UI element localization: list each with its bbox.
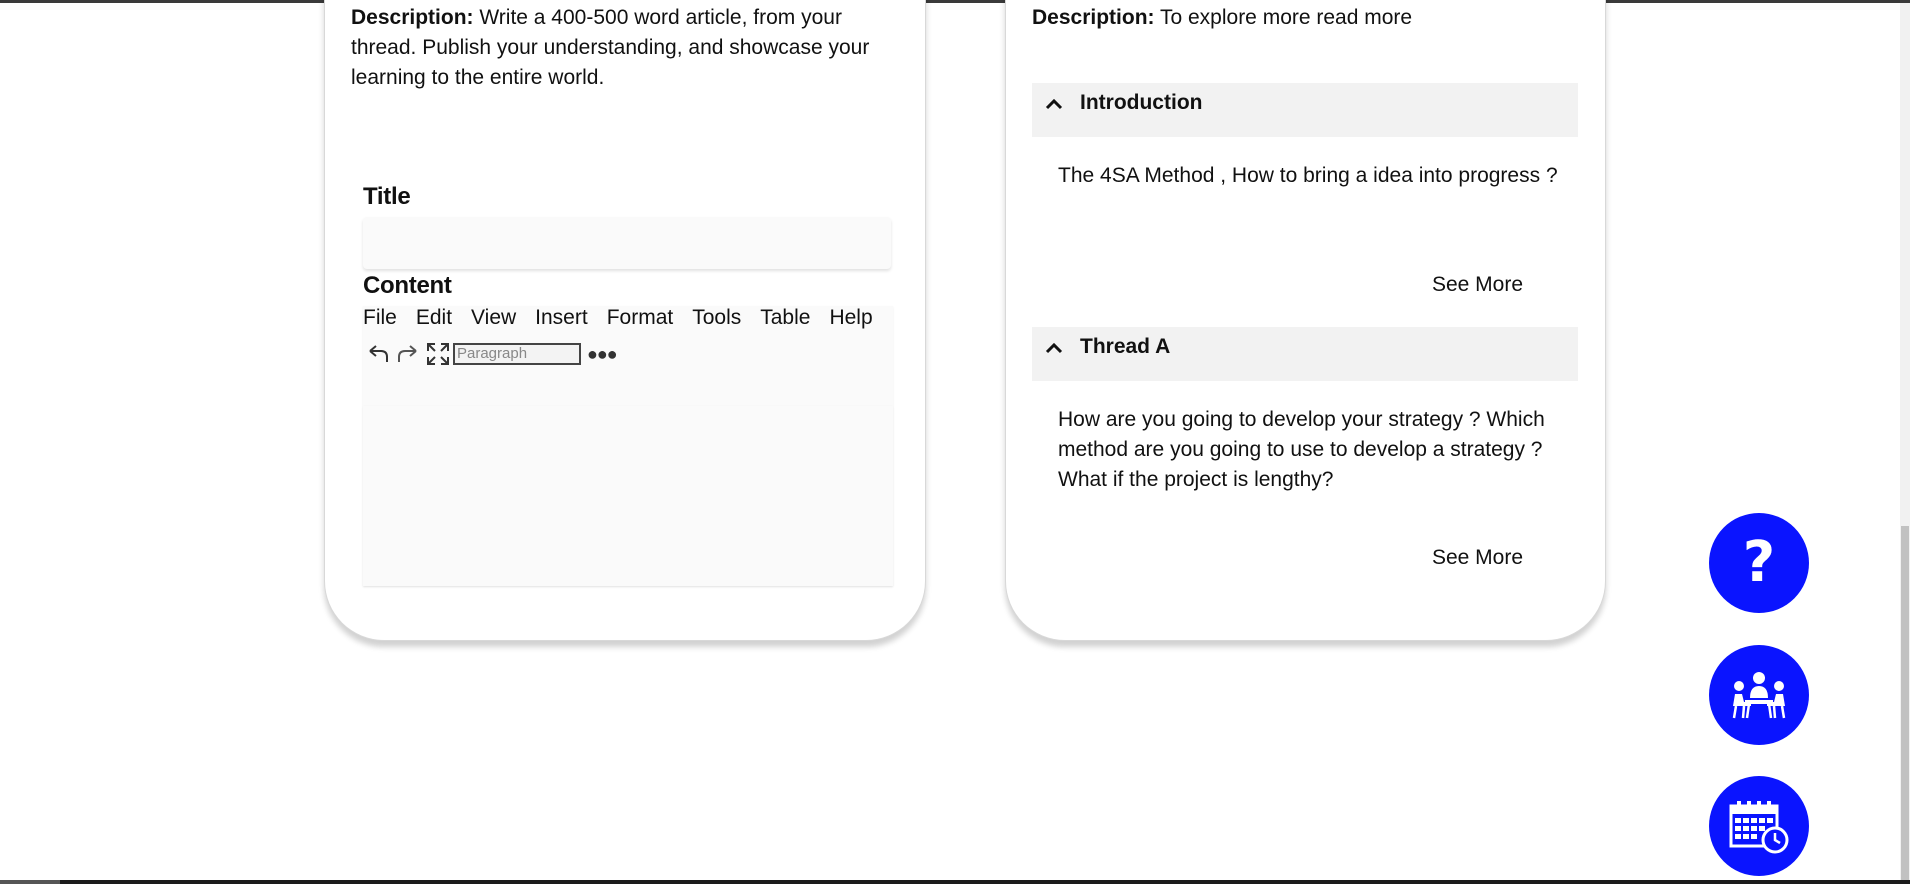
accordion-body-thread-a: How are you going to develop your strate… — [1058, 408, 1545, 491]
menu-view[interactable]: View — [471, 306, 516, 336]
menu-tools[interactable]: Tools — [692, 306, 741, 336]
accordion-title: Introduction — [1080, 91, 1203, 114]
title-label: Title — [363, 183, 411, 210]
content-label: Content — [363, 272, 452, 299]
help-icon: ? — [1742, 530, 1776, 595]
calendar-button[interactable] — [1709, 776, 1809, 876]
menu-help[interactable]: Help — [829, 306, 872, 336]
accordion-title: Thread A — [1080, 335, 1171, 358]
meeting-button[interactable] — [1709, 645, 1809, 745]
fullscreen-icon[interactable] — [423, 340, 453, 368]
right-description: Description: To explore more read more — [1032, 3, 1572, 33]
title-input[interactable] — [363, 217, 891, 269]
meeting-icon — [1732, 672, 1786, 719]
menu-file[interactable]: File — [363, 306, 397, 336]
accordion-header-introduction[interactable]: Introduction — [1032, 83, 1578, 137]
menu-format[interactable]: Format — [607, 306, 674, 336]
see-more-link-thread-a[interactable]: See More — [1432, 546, 1523, 570]
menu-table[interactable]: Table — [760, 306, 810, 336]
help-button[interactable]: ? — [1709, 513, 1809, 613]
description-label: Description: — [351, 6, 474, 29]
editor-toolbar: Paragraph ●●● — [363, 340, 618, 368]
scrollbar-thumb[interactable] — [1901, 526, 1909, 880]
accordion-header-thread-a[interactable]: Thread A — [1032, 327, 1578, 381]
accordion-body-introduction: The 4SA Method , How to bring a idea int… — [1058, 164, 1558, 187]
editor-content-area[interactable] — [363, 406, 893, 586]
redo-icon[interactable] — [393, 340, 423, 368]
chevron-up-icon — [1045, 98, 1063, 110]
page-scrollbar[interactable] — [1900, 3, 1910, 880]
see-more-link-introduction[interactable]: See More — [1432, 273, 1523, 297]
calendar-clock-icon — [1729, 801, 1789, 854]
chevron-up-icon — [1045, 342, 1063, 354]
undo-icon[interactable] — [363, 340, 393, 368]
menu-insert[interactable]: Insert — [535, 306, 588, 336]
thread-reading-card: Description: To explore more read more I… — [1005, 0, 1606, 641]
description-label: Description: — [1032, 6, 1155, 29]
left-description: Description: Write a 400-500 word articl… — [351, 3, 891, 93]
window-top-edge — [0, 0, 1910, 3]
rich-text-editor: File Edit View Insert Format Tools Table… — [363, 306, 893, 586]
window-bottom-edge — [0, 880, 1910, 884]
more-icon[interactable]: ●●● — [587, 344, 618, 365]
description-text: To explore more read more — [1154, 6, 1413, 29]
block-format-select[interactable]: Paragraph — [453, 343, 581, 365]
article-editor-card: Description: Write a 400-500 word articl… — [324, 0, 926, 641]
editor-menubar: File Edit View Insert Format Tools Table… — [363, 306, 893, 336]
menu-edit[interactable]: Edit — [416, 306, 452, 336]
